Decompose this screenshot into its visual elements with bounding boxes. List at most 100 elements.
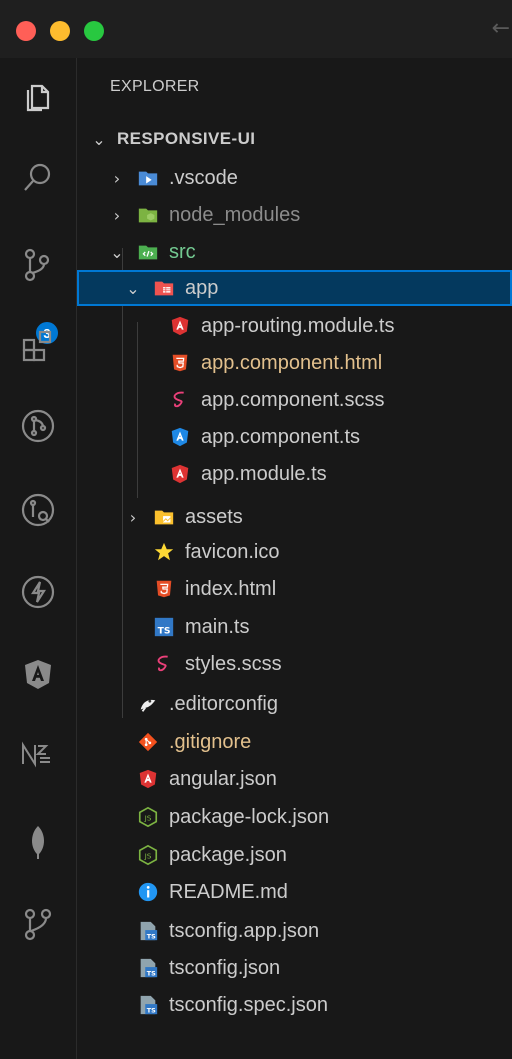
tree-item-app-routing-module[interactable]: app-routing.module.ts — [77, 308, 512, 344]
tree-item-app-component-html[interactable]: app.component.html — [77, 345, 512, 381]
tree-item-src[interactable]: ⌄ src — [77, 234, 512, 270]
tree-item-label: app.module.ts — [201, 462, 327, 485]
mongodb-leaf-icon[interactable] — [14, 818, 62, 866]
editorconfig-icon — [135, 692, 161, 716]
source-control-graph-icon[interactable] — [14, 900, 62, 948]
git-pull-request-icon[interactable] — [14, 402, 62, 450]
title-bar: ← — [0, 0, 512, 58]
angular-file-icon — [167, 314, 193, 338]
tree-item-tsconfig[interactable]: TS tsconfig.json — [77, 950, 512, 986]
tree-item-package-json[interactable]: JS package.json — [77, 837, 512, 873]
tree-item-app-component-scss[interactable]: app.component.scss — [77, 382, 512, 418]
tsconfig-icon: TS — [135, 956, 161, 980]
tree-item-label: tsconfig.json — [169, 956, 281, 979]
source-control-icon[interactable] — [14, 240, 62, 288]
tree-item-tsconfig-app[interactable]: TS tsconfig.app.json — [77, 913, 512, 949]
tree-item-styles-scss[interactable]: styles.scss — [77, 646, 512, 682]
tree-item-label: .editorconfig — [169, 692, 278, 715]
svg-text:JS: JS — [144, 814, 152, 823]
git-icon — [135, 730, 161, 754]
angular-file-icon — [135, 767, 161, 791]
node-folder-icon — [135, 203, 161, 227]
tree-item-favicon[interactable]: favicon.ico — [77, 534, 512, 570]
tree-item-label: tsconfig.app.json — [169, 919, 320, 942]
activity-bar: 3 — [0, 58, 77, 1059]
tree-item-main-ts[interactable]: TS main.ts — [77, 609, 512, 645]
tree-item-label: .gitignore — [169, 730, 252, 753]
minimize-window-button[interactable] — [50, 21, 70, 41]
svg-text:JS: JS — [144, 852, 152, 861]
html-file-icon — [151, 577, 177, 601]
nodejs-icon: JS — [135, 843, 161, 867]
info-icon — [135, 880, 161, 904]
angular-file-icon — [167, 462, 193, 486]
tree-item-readme[interactable]: README.md — [77, 874, 512, 910]
tree-item-angular-json[interactable]: angular.json — [77, 761, 512, 797]
maximize-window-button[interactable] — [84, 21, 104, 41]
tree-item-label: app-routing.module.ts — [201, 314, 395, 337]
tree-item-editorconfig[interactable]: .editorconfig — [77, 686, 512, 722]
svg-text:TS: TS — [158, 625, 171, 636]
tree-item-label: main.ts — [185, 615, 250, 638]
chevron-down-icon: ⌄ — [92, 129, 106, 149]
git-compare-icon[interactable] — [14, 486, 62, 534]
svg-text:TS: TS — [147, 932, 156, 940]
tree-item-label: package.json — [169, 843, 287, 866]
app-folder-icon — [151, 276, 177, 300]
tree-item-label: src — [169, 240, 196, 263]
html-file-icon — [167, 351, 193, 375]
search-icon[interactable] — [14, 154, 62, 202]
tree-item-gitignore[interactable]: .gitignore — [77, 724, 512, 760]
tree-item-label: assets — [185, 505, 243, 528]
tree-item-label: index.html — [185, 577, 277, 600]
angular-icon[interactable] — [14, 650, 62, 698]
tree-item-label: package-lock.json — [169, 805, 330, 828]
lightning-icon[interactable] — [14, 568, 62, 616]
chevron-down-icon: ⌄ — [126, 278, 140, 298]
arrow-left-icon[interactable]: ← — [492, 16, 510, 41]
tree-item-label: styles.scss — [185, 652, 282, 675]
files-icon[interactable] — [14, 72, 62, 120]
tsconfig-icon: TS — [135, 919, 161, 943]
tree-item-label: tsconfig.spec.json — [169, 993, 328, 1016]
typescript-file-icon: TS — [151, 615, 177, 639]
tree-item-label: README.md — [169, 880, 288, 903]
tree-item-app-component-ts[interactable]: app.component.ts — [77, 419, 512, 455]
tree-item-label: favicon.ico — [185, 540, 280, 563]
vscode-folder-icon — [135, 166, 161, 190]
tree-item-app[interactable]: ⌄ app — [77, 270, 512, 306]
tree-item-label: node_modules — [169, 203, 301, 226]
star-icon — [151, 540, 177, 564]
explorer-sidebar: EXPLORER ⌄ RESPONSIVE-UI › .vscode › nod… — [77, 58, 512, 1059]
tree-item-label: app.component.scss — [201, 388, 385, 411]
tree-item-label: app.component.html — [201, 351, 383, 374]
project-root-row[interactable]: ⌄ RESPONSIVE-UI — [77, 121, 512, 157]
project-name: RESPONSIVE-UI — [117, 129, 256, 148]
tree-item-label: app.component.ts — [201, 425, 360, 448]
tsconfig-icon: TS — [135, 993, 161, 1017]
sass-file-icon — [151, 652, 177, 676]
extensions-icon[interactable] — [14, 322, 62, 370]
tree-item-node-modules[interactable]: › node_modules — [77, 197, 512, 233]
nodejs-icon: JS — [135, 805, 161, 829]
svg-text:TS: TS — [147, 1006, 156, 1014]
tree-item-vscode[interactable]: › .vscode — [77, 160, 512, 196]
angular-component-icon — [167, 425, 193, 449]
sass-file-icon — [167, 388, 193, 412]
explorer-title: EXPLORER — [110, 78, 200, 95]
tree-item-package-lock[interactable]: JS package-lock.json — [77, 799, 512, 835]
tree-item-app-module[interactable]: app.module.ts — [77, 456, 512, 492]
tree-item-assets[interactable]: › assets — [77, 499, 512, 535]
tree-item-label: angular.json — [169, 767, 277, 790]
tree-item-label: .vscode — [169, 166, 238, 189]
assets-folder-icon — [151, 505, 177, 529]
nx-icon[interactable] — [14, 730, 62, 778]
svg-text:TS: TS — [147, 969, 156, 977]
tree-item-label: app — [185, 276, 219, 299]
chevron-right-icon: › — [129, 507, 137, 527]
tree-item-index-html[interactable]: index.html — [77, 571, 512, 607]
tree-item-tsconfig-spec[interactable]: TS tsconfig.spec.json — [77, 987, 512, 1023]
close-window-button[interactable] — [16, 21, 36, 41]
chevron-right-icon: › — [113, 205, 121, 225]
chevron-down-icon: ⌄ — [110, 242, 124, 262]
